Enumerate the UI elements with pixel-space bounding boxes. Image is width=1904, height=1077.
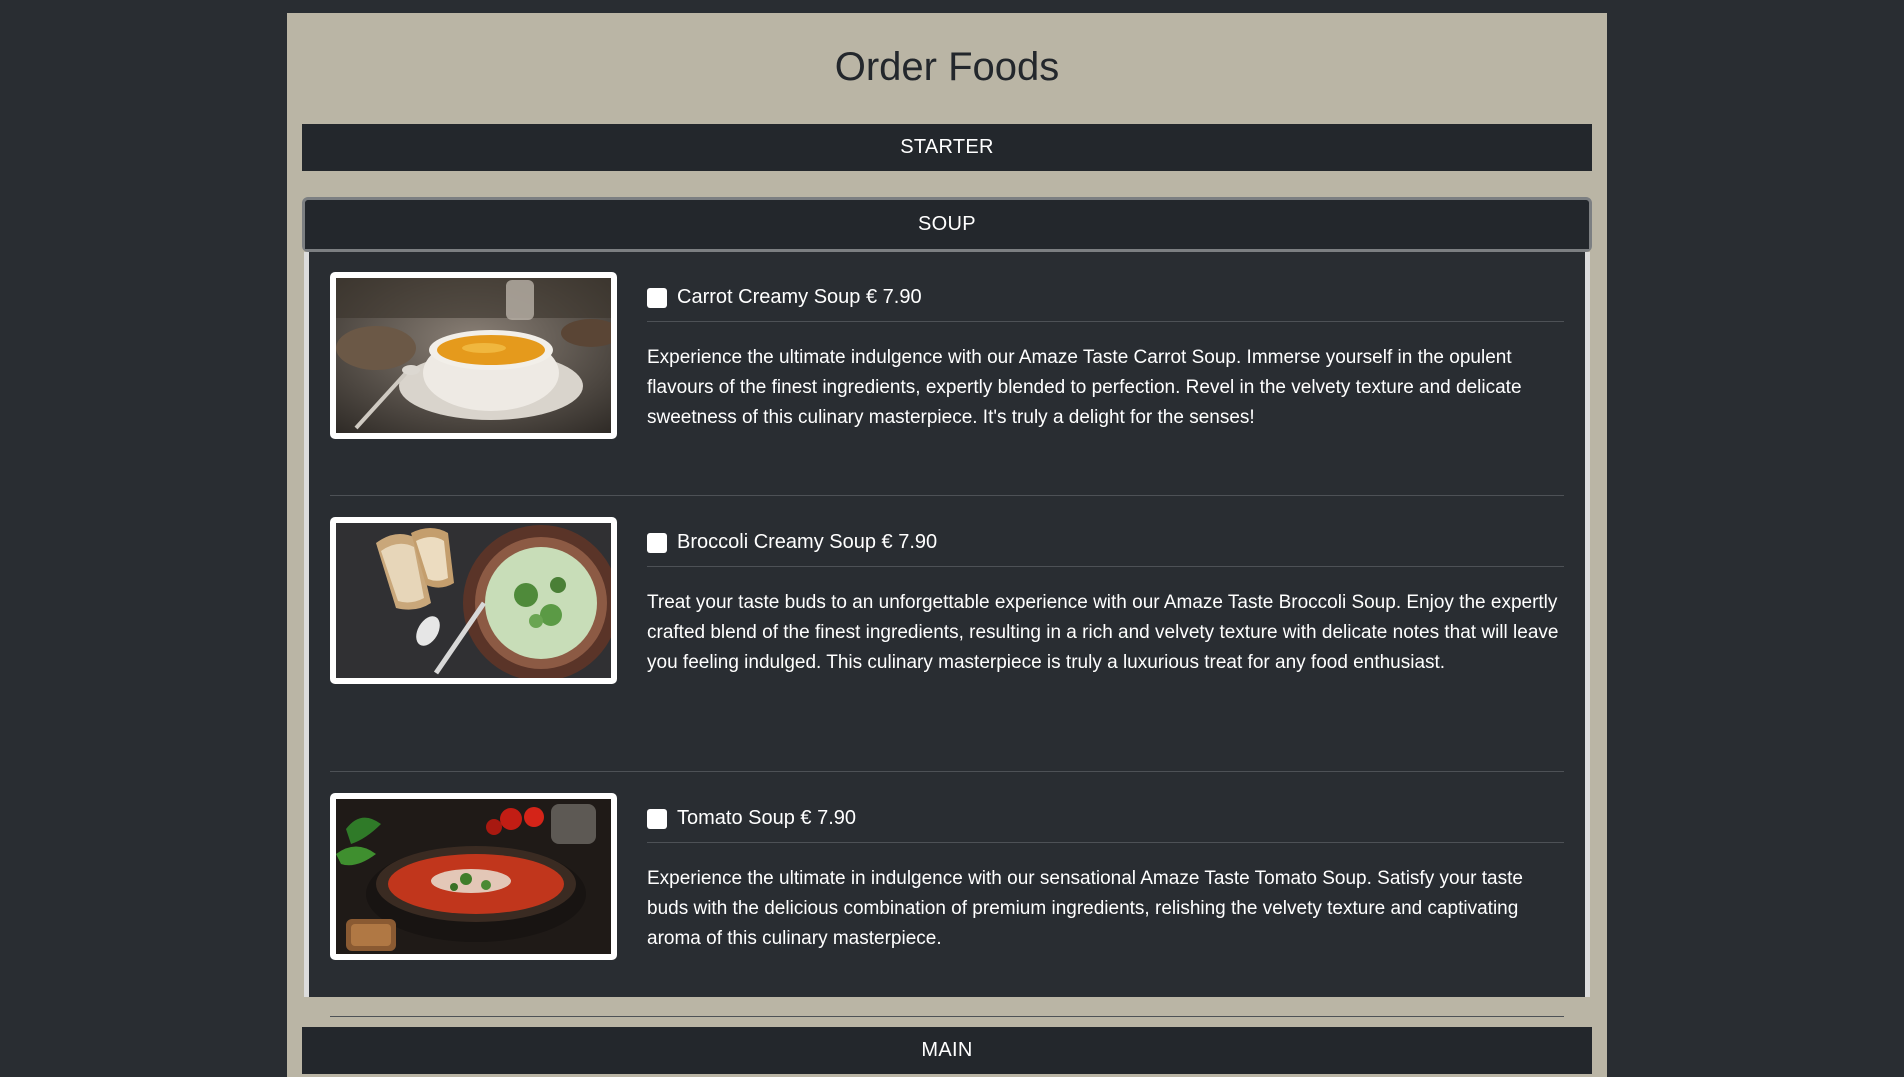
carrot-soup-description: Experience the ultimate indulgence with … (647, 347, 1522, 428)
starter-section-header[interactable]: STARTER (302, 124, 1592, 171)
tomato-soup-checkbox[interactable] (647, 808, 667, 829)
order-foods-panel: Order Foods STARTER SOUP Carrot Creamy S… (287, 13, 1607, 1077)
soup-section: SOUP (302, 197, 1592, 252)
broccoli-soup-description: Treat your taste buds to an unforgettabl… (647, 592, 1559, 673)
soup-item-broccoli: Broccoli Creamy Soup € 7.90 Treat your t… (330, 517, 1564, 772)
tomato-soup-image (330, 793, 617, 960)
broccoli-soup-checkbox[interactable] (647, 532, 667, 553)
soup-item-carrot: Carrot Creamy Soup € 7.90 Experience the… (330, 272, 1564, 496)
soup-section-body: Carrot Creamy Soup € 7.90 Experience the… (304, 252, 1590, 1017)
tomato-soup-description: Experience the ultimate in indulgence wi… (647, 868, 1523, 949)
carrot-soup-image (330, 272, 617, 439)
broccoli-soup-image (330, 517, 617, 684)
soup-section-header[interactable]: SOUP (305, 200, 1589, 249)
carrot-soup-checkbox[interactable] (647, 287, 667, 308)
broccoli-soup-name: Broccoli Creamy Soup € 7.90 (677, 531, 938, 553)
page-title: Order Foods (834, 45, 1060, 89)
tomato-soup-name: Tomato Soup € 7.90 (677, 807, 857, 829)
main-section-header[interactable]: MAIN (302, 1027, 1592, 1074)
carrot-soup-name: Carrot Creamy Soup € 7.90 (677, 286, 922, 308)
soup-item-tomato: Tomato Soup € 7.90 Experience the ultima… (330, 793, 1564, 1017)
